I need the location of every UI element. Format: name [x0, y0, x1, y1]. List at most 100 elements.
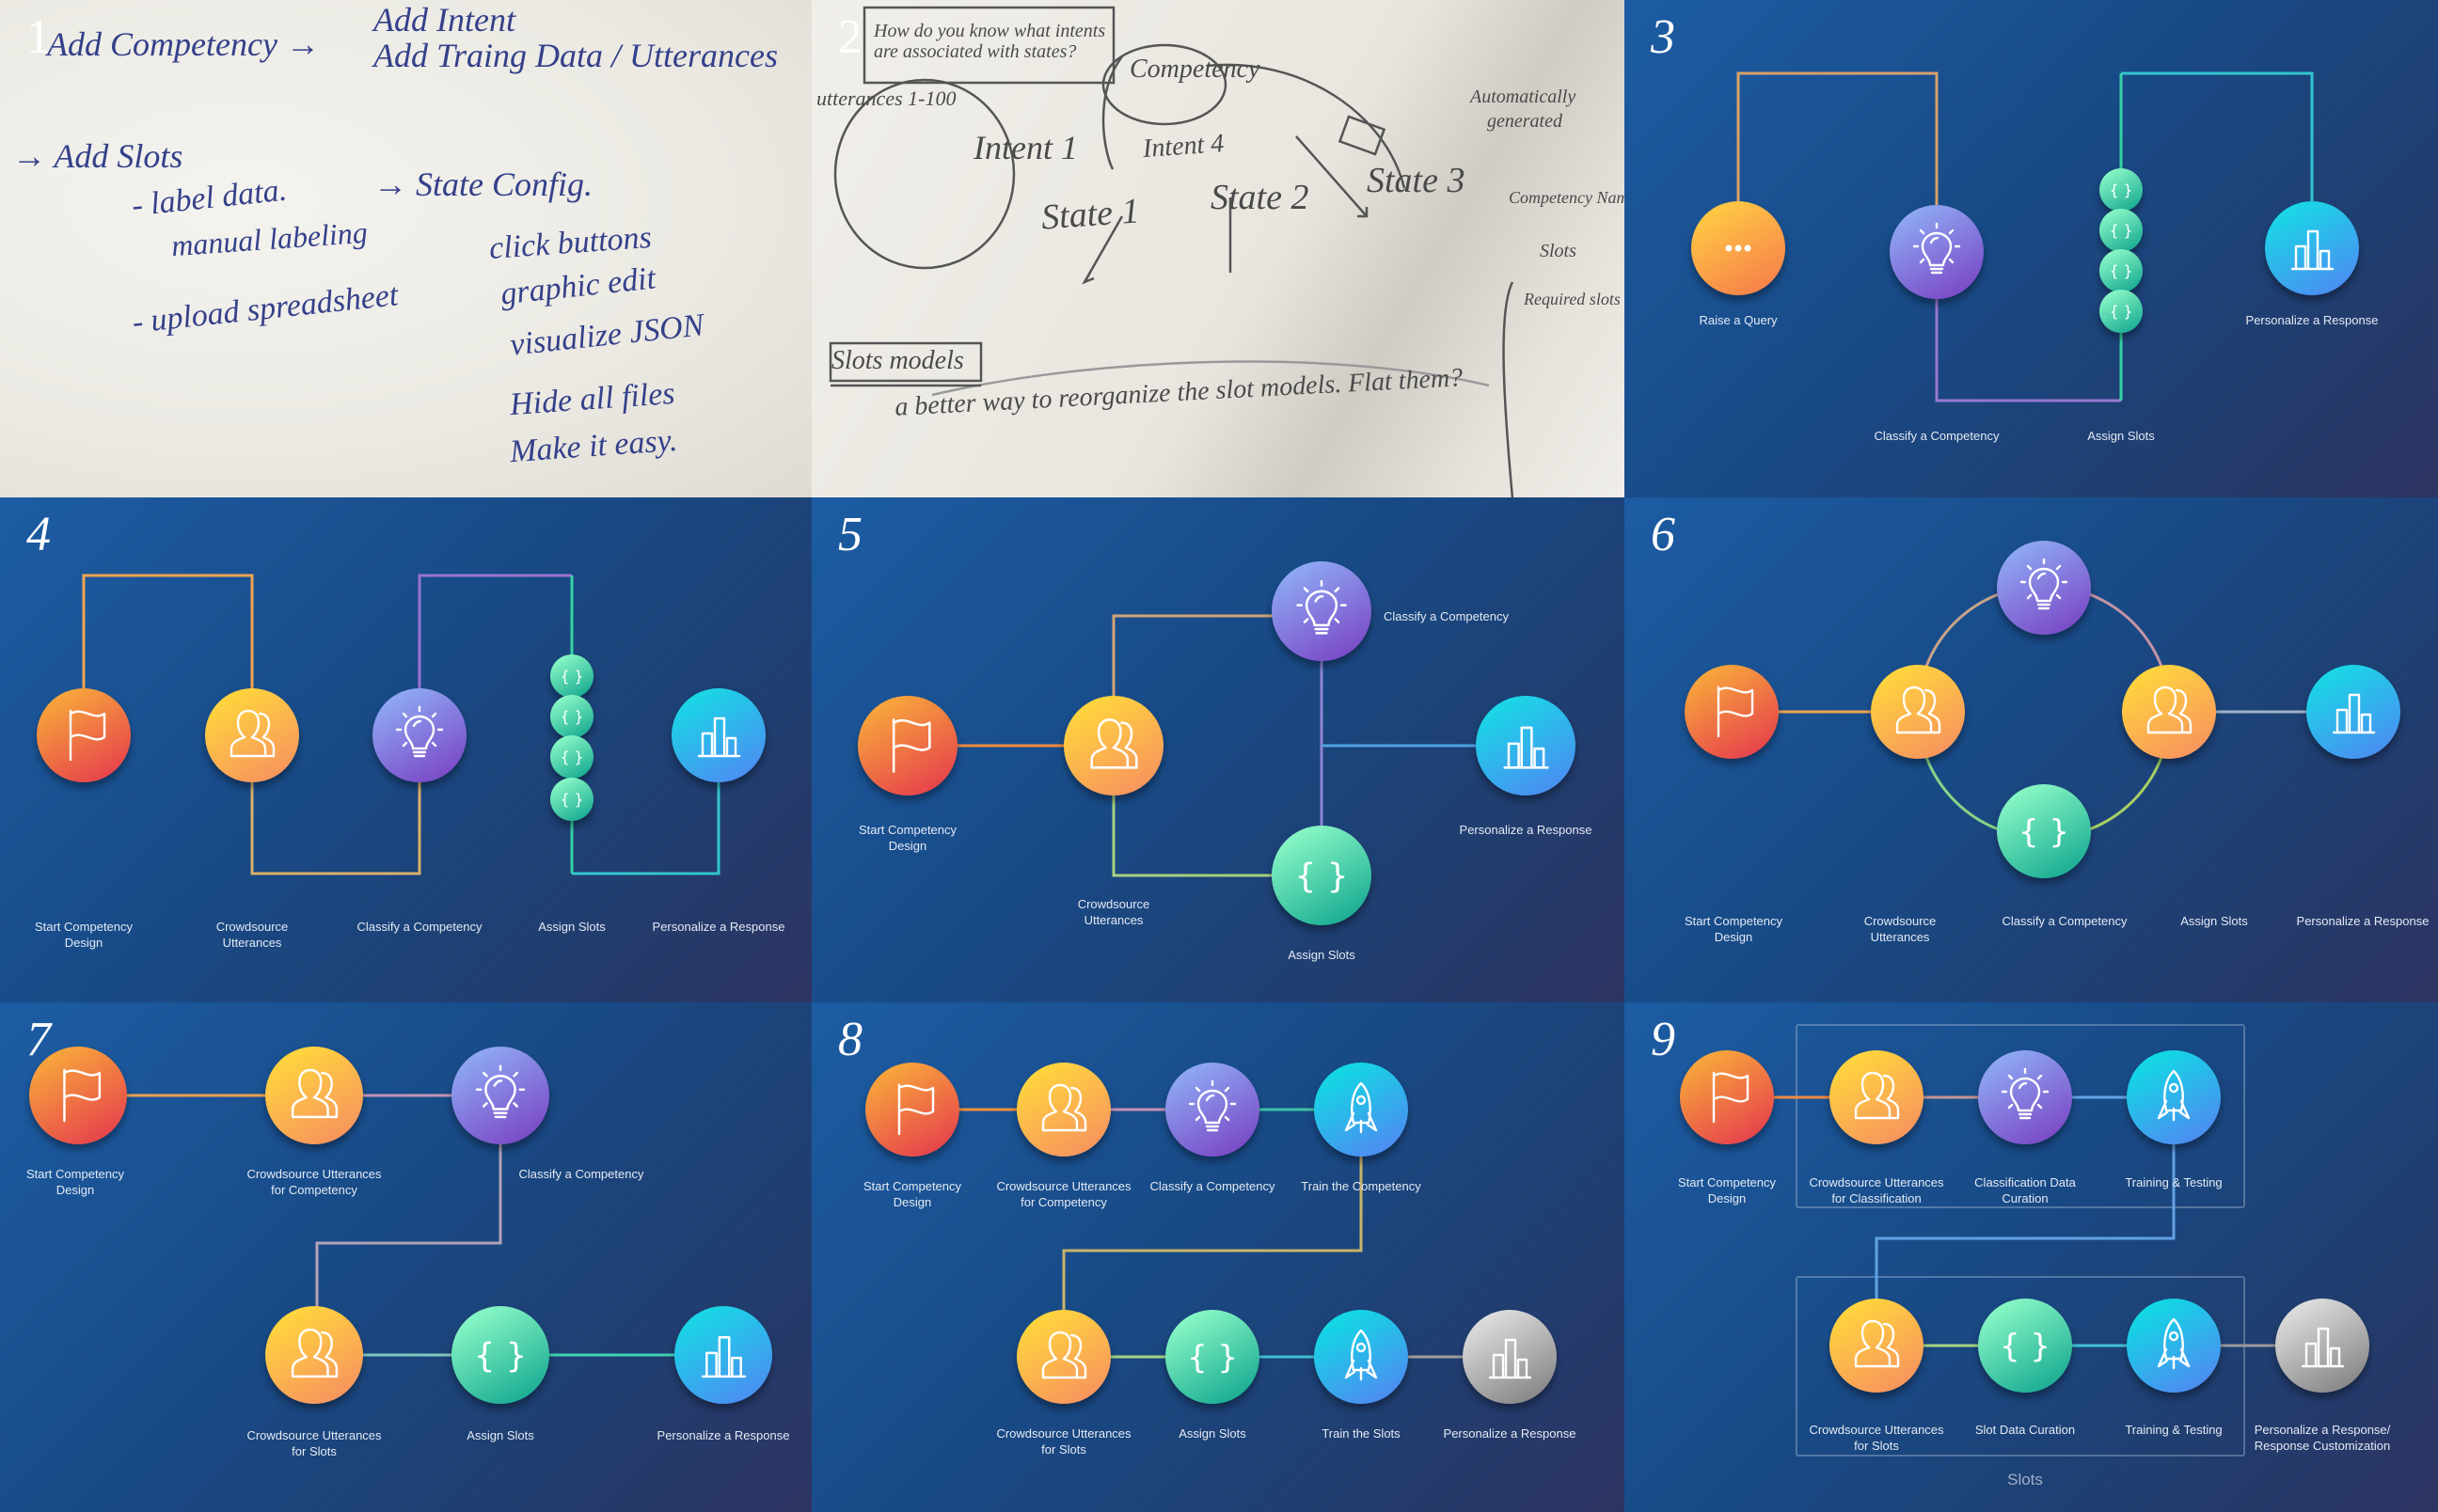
step-node-people[interactable] — [2122, 665, 2216, 759]
step-node-bulb[interactable] — [1272, 561, 1371, 661]
chart-icon — [1503, 726, 1549, 769]
braces-icon: { } — [2018, 813, 2069, 851]
step-node-chart[interactable] — [674, 1306, 772, 1404]
flow-diagram-panel: Start Competency Design Crowdsource Utter… — [1624, 497, 2438, 1002]
flow-diagram-panel: ClassificationSlotsStart Competency Desi… — [1624, 1002, 2438, 1512]
step-node-chart-gray[interactable] — [1463, 1310, 1557, 1404]
svg-text:{ }: { } — [561, 708, 584, 726]
handwritten-note: → State Config. — [373, 165, 593, 203]
handwritten-note: State 1 — [1039, 191, 1141, 238]
sketch-photo-panel: How do you know what intents are associat… — [812, 0, 1624, 497]
step-node-rocket[interactable] — [1314, 1310, 1408, 1404]
step-node-people[interactable] — [1829, 1050, 1923, 1144]
flow-diagram-panel: Start Competency Design Crowdsource Utter… — [0, 497, 813, 1002]
braces-icon: { } — [2000, 1328, 2050, 1365]
bulb-icon — [475, 1064, 526, 1119]
people-icon — [230, 709, 276, 758]
handwritten-note: - upload spreadsheet — [130, 277, 401, 340]
step-label: Personalize a Response — [2245, 313, 2379, 327]
step-node-flag[interactable] — [1685, 665, 1779, 759]
flag-icon — [1712, 1071, 1749, 1124]
step-node-bulb[interactable] — [1978, 1050, 2072, 1144]
handwritten-note: Add Intent — [373, 1, 515, 39]
flag-icon — [897, 1083, 935, 1136]
step-node-chart[interactable] — [2306, 665, 2400, 759]
step-label: Classify a Competency — [1384, 609, 1509, 623]
step-node-people[interactable] — [1064, 696, 1164, 795]
step-node-braces[interactable]: { } — [2099, 209, 2143, 252]
step-label: Assign Slots — [467, 1428, 534, 1442]
step-node-braces[interactable]: { } — [1978, 1299, 2072, 1393]
step-node-braces[interactable]: { } — [1272, 826, 1371, 925]
step-node-people[interactable] — [1017, 1310, 1111, 1404]
handwritten-note: State 3 — [1367, 161, 1465, 200]
handwritten-note: Intent 1 — [974, 129, 1078, 166]
step-node-braces[interactable]: { } — [2099, 168, 2143, 212]
step-node-flag[interactable] — [37, 688, 131, 782]
handwritten-note: Intent 4 — [1141, 129, 1226, 164]
braces-icon: { } — [2110, 222, 2133, 240]
handwritten-note: click buttons — [487, 220, 653, 266]
panel-number: 6 — [1651, 508, 1675, 561]
braces-icon: { } — [2110, 303, 2133, 321]
bulb-icon — [1188, 1079, 1237, 1132]
braces-icon: { } — [561, 791, 584, 809]
step-node-braces[interactable]: { } — [451, 1306, 549, 1404]
step-node-chart-gray[interactable] — [2275, 1299, 2369, 1393]
flag-icon — [1717, 685, 1754, 738]
step-label: Crowdsource Utterances for Slots — [246, 1428, 382, 1458]
step-node-flag[interactable] — [858, 696, 958, 795]
step-label: Assign Slots — [1288, 948, 1355, 962]
sketch-photo-panel: Add Competency → Add Intent Add Traing Dat… — [0, 0, 813, 497]
step-node-braces[interactable]: { } — [2099, 249, 2143, 292]
step-node-chart[interactable] — [2265, 201, 2359, 295]
people-icon — [1854, 1071, 1900, 1120]
step-node-bulb[interactable] — [1997, 541, 2091, 635]
step-node-people[interactable] — [1871, 665, 1965, 759]
flow-diagram-panel: Start Competency Design Crowdsource Utter… — [0, 1002, 813, 1512]
bulb-icon — [2001, 1067, 2050, 1120]
step-node-braces[interactable]: { } — [550, 654, 594, 698]
step-node-chart[interactable] — [672, 688, 766, 782]
handwritten-note: manual labeling — [169, 214, 369, 263]
handwritten-note: Automatically — [1470, 87, 1576, 107]
step-node-chat[interactable] — [1691, 201, 1785, 295]
step-node-bulb[interactable] — [372, 688, 467, 782]
step-node-bulb[interactable] — [1890, 205, 1984, 299]
step-node-flag[interactable] — [865, 1063, 959, 1157]
step-label: Personalize a Response/ Response Customi… — [2254, 1423, 2391, 1453]
step-node-flag[interactable] — [1680, 1050, 1774, 1144]
step-node-braces[interactable]: { } — [1165, 1310, 1259, 1404]
step-label: Personalize a Response — [1459, 823, 1592, 837]
step-node-rocket[interactable] — [2127, 1299, 2221, 1393]
step-node-braces[interactable]: { } — [550, 695, 594, 738]
step-node-people[interactable] — [265, 1047, 363, 1144]
step-node-chart[interactable] — [1476, 696, 1575, 795]
handwritten-note: Add Traing Data / Utterances — [373, 37, 778, 74]
braces-icon: { } — [561, 668, 584, 685]
rocket-icon — [1344, 1081, 1378, 1134]
braces-icon: { } — [474, 1336, 527, 1375]
step-node-people[interactable] — [1829, 1299, 1923, 1393]
step-node-braces[interactable]: { } — [1997, 784, 2091, 878]
step-node-rocket[interactable] — [1314, 1063, 1408, 1157]
step-node-bulb[interactable] — [451, 1047, 549, 1144]
step-node-people[interactable] — [1017, 1063, 1111, 1157]
chat-icon — [1725, 244, 1751, 252]
panel-number: 3 — [1651, 10, 1675, 64]
step-label: Training & Testing — [2125, 1175, 2223, 1189]
step-node-bulb[interactable] — [1165, 1063, 1259, 1157]
people-icon — [1041, 1331, 1087, 1379]
braces-icon: { } — [561, 708, 584, 726]
handwritten-note: Slots — [1540, 241, 1576, 261]
step-node-braces[interactable]: { } — [2099, 290, 2143, 333]
step-node-people[interactable] — [205, 688, 299, 782]
step-node-people[interactable] — [265, 1306, 363, 1404]
step-node-braces[interactable]: { } — [550, 735, 594, 779]
panel-number: 9 — [1651, 1013, 1675, 1066]
step-node-rocket[interactable] — [2127, 1050, 2221, 1144]
rocket-icon — [2157, 1317, 2191, 1370]
step-node-braces[interactable]: { } — [550, 778, 594, 821]
svg-text:{ }: { } — [561, 791, 584, 809]
svg-text:{ }: { } — [561, 748, 584, 766]
